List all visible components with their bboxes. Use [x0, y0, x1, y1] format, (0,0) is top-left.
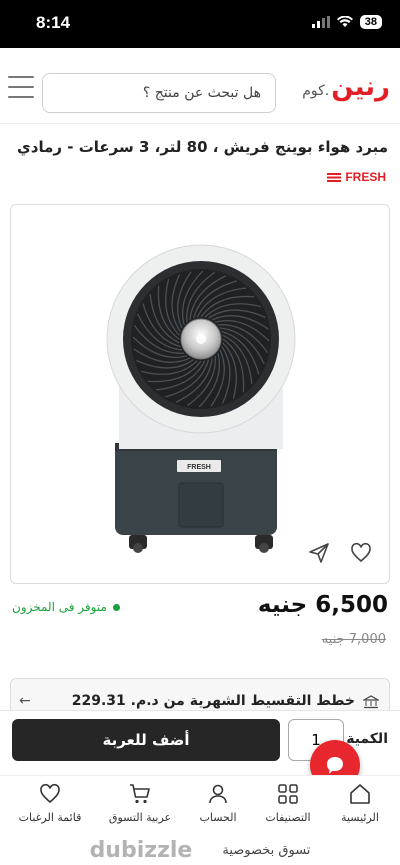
nav-wishlist[interactable]: قائمة الرغبات: [10, 782, 90, 824]
nav-categories[interactable]: التصنيفات: [248, 782, 328, 824]
nav-account[interactable]: الحساب: [178, 782, 258, 824]
search-box[interactable]: [42, 73, 276, 113]
search-input[interactable]: [43, 74, 275, 112]
signal-icon: [311, 16, 330, 28]
installment-text: خطط التقسيط الشهرية من د.م. 229.31: [71, 693, 355, 709]
brand-link[interactable]: FRESH: [327, 170, 386, 184]
home-icon: [350, 784, 370, 804]
wifi-icon: [336, 16, 353, 27]
nav-categories-label: التصنيفات: [265, 811, 311, 824]
share-icon[interactable]: [307, 541, 331, 569]
chat-bubble-icon: [327, 757, 343, 774]
user-icon: [209, 784, 227, 804]
nav-home-label: الرئيسية: [341, 811, 379, 824]
brand-name: FRESH: [345, 170, 386, 184]
product-title: مبرد هواء بوينج فريش ، 80 لتر، 3 سرعات -…: [17, 138, 388, 156]
heart-icon: [40, 783, 60, 804]
privacy-text: تسوق بخصوصية: [222, 843, 311, 858]
add-to-cart-button[interactable]: أضف للعربة: [12, 719, 280, 761]
current-price: 6,500 جنيه: [257, 592, 388, 618]
arrow-left-icon: ←: [19, 693, 31, 709]
menu-icon[interactable]: [8, 76, 34, 98]
site-header: رنين .كوم: [0, 48, 400, 124]
wishlist-heart-icon[interactable]: [349, 541, 373, 569]
footer-strip: تسوق بخصوصية dubizzle: [0, 836, 400, 865]
cart-icon: [130, 784, 150, 804]
dubizzle-watermark: dubizzle: [89, 838, 193, 863]
nav-home[interactable]: الرئيسية: [320, 782, 400, 824]
nav-cart[interactable]: عربية التسوق: [100, 782, 180, 824]
grid-icon: [278, 784, 298, 804]
nav-cart-label: عربية التسوق: [108, 811, 172, 824]
status-bar: 8:14 38: [0, 0, 400, 48]
brand-logo-icon: [327, 172, 342, 182]
status-icons: 38: [311, 15, 382, 29]
bank-icon: [363, 695, 379, 709]
stock-status: متوفر فى المخزون: [12, 600, 120, 614]
quantity-label: الكمية: [346, 731, 388, 747]
stock-dot: [112, 603, 120, 611]
battery-indicator: 38: [359, 15, 382, 29]
nav-account-label: الحساب: [199, 811, 237, 824]
nav-wishlist-label: قائمة الرغبات: [18, 811, 82, 824]
status-time: 8:14: [36, 13, 71, 32]
stock-status-text: متوفر فى المخزون: [12, 600, 107, 614]
air-cooler-image[interactable]: FRESH: [11, 205, 390, 584]
logo-suffix: .كوم: [302, 83, 330, 99]
image-brand-label: FRESH: [187, 464, 211, 471]
old-price: 7,000 جنيه: [321, 632, 386, 647]
logo-main: رنين: [331, 72, 390, 102]
site-logo[interactable]: رنين .كوم: [302, 72, 390, 102]
product-image-card: FRESH: [10, 204, 390, 584]
